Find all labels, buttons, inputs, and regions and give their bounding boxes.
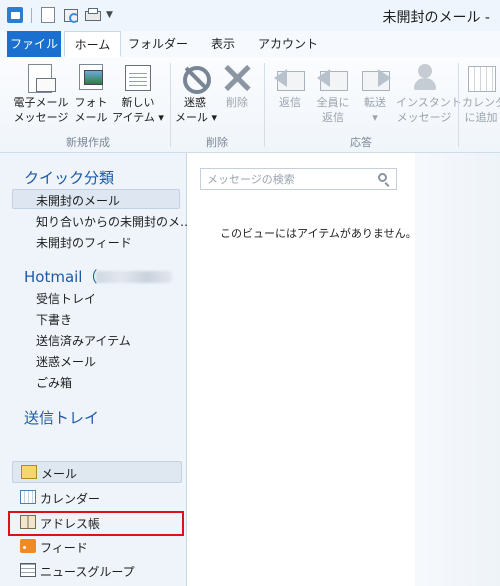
new-email-label-1: 電子メール <box>13 96 69 109</box>
search-icon[interactable] <box>378 173 387 182</box>
instant-message-label-2: メッセージ <box>396 111 452 124</box>
tab-home[interactable]: ホーム <box>64 31 121 57</box>
reading-pane <box>415 153 500 586</box>
instant-message-button[interactable]: インスタント メッセージ <box>396 62 462 125</box>
respond-group-label: 応答 <box>350 136 372 149</box>
reply-all-label-1: 全員に <box>316 96 350 109</box>
delete-group-label: 削除 <box>206 136 228 149</box>
reply-icon <box>274 62 306 94</box>
delete-label: 削除 <box>226 96 248 109</box>
highlight-box <box>8 511 184 536</box>
group-divider <box>264 63 265 147</box>
forward-label-1: 転送 <box>364 96 386 109</box>
folder-sent-items[interactable]: 送信済みアイテム <box>36 332 131 349</box>
photo-email-label-2: メール <box>74 111 108 124</box>
forward-label-2: ▾ <box>372 111 378 124</box>
module-calendar-label: カレンダー <box>40 492 101 506</box>
mail-icon <box>21 465 37 479</box>
module-newsgroups[interactable]: ニュースグループ <box>12 560 182 582</box>
folder-unread-mail[interactable]: 未開封のメール <box>36 192 120 209</box>
mail-app-logo-icon[interactable] <box>7 7 23 23</box>
print-icon[interactable] <box>84 7 101 23</box>
reply-label: 返信 <box>279 96 301 109</box>
module-feeds-label: フィード <box>40 541 88 555</box>
module-newsgroups-label: ニュースグループ <box>40 565 135 579</box>
new-item-icon <box>122 62 154 94</box>
folder-junk-mail[interactable]: 迷惑メール <box>36 353 96 370</box>
instant-message-label-1: インスタント <box>396 96 462 109</box>
delete-button[interactable]: 削除 <box>218 62 256 110</box>
module-feeds[interactable]: フィード <box>12 536 182 558</box>
new-group-label: 新規作成 <box>66 136 110 149</box>
folder-unread-from-contacts[interactable]: 知り合いからの未開封のメ… <box>36 213 192 230</box>
outbox-header[interactable]: 送信トレイ <box>24 407 99 428</box>
new-item-label-1: 新しい <box>121 96 155 109</box>
redacted-account-name <box>96 271 172 283</box>
reply-all-button[interactable]: 全員に 返信 <box>312 62 354 125</box>
search-box[interactable] <box>200 168 397 190</box>
add-to-calendar-label-2: に追加 <box>464 111 498 124</box>
new-email-button[interactable]: 電子メール メッセージ <box>11 62 71 125</box>
junk-mail-button[interactable]: 迷惑 メール ▾ <box>175 62 218 125</box>
photo-mail-icon <box>75 62 107 94</box>
module-calendar[interactable]: カレンダー <box>12 487 182 509</box>
folder-inbox[interactable]: 受信トレイ <box>36 290 96 307</box>
send-receive-icon[interactable] <box>63 7 79 23</box>
title-bar: ▼ 未開封のメール - <box>0 0 500 32</box>
calendar-icon <box>20 490 36 504</box>
tab-folder[interactable]: フォルダー <box>128 31 188 57</box>
module-mail-label: メール <box>41 467 78 481</box>
group-divider <box>458 63 459 147</box>
photo-email-button[interactable]: フォト メール <box>71 62 111 125</box>
quick-views-header[interactable]: クイック分類 <box>24 167 114 188</box>
empty-list-message: このビューにはアイテムがありません。 <box>220 227 417 240</box>
new-document-icon[interactable] <box>41 7 55 23</box>
new-item-label-2: アイテム ▾ <box>112 111 164 124</box>
ribbon: 電子メール メッセージ フォト メール 新しい アイテム ▾ 新規作成 迷惑 メ… <box>0 57 500 153</box>
tab-file[interactable]: ファイル <box>7 31 61 57</box>
divider <box>31 8 32 23</box>
rss-feed-icon <box>20 539 36 553</box>
newsgroup-icon <box>20 563 36 577</box>
tab-view[interactable]: 表示 <box>198 31 248 57</box>
email-message-icon <box>25 62 57 94</box>
add-to-calendar-button[interactable]: カレンダー に追加 <box>462 62 500 125</box>
folder-drafts[interactable]: 下書き <box>36 311 72 328</box>
group-divider <box>170 63 171 147</box>
module-mail[interactable]: メール <box>12 461 182 483</box>
delete-x-icon <box>221 62 253 94</box>
reply-all-icon <box>317 62 349 94</box>
customize-toolbar-chevron-icon[interactable]: ▼ <box>106 10 113 20</box>
new-email-label-2: メッセージ <box>13 111 69 124</box>
instant-message-person-icon <box>408 62 440 94</box>
reply-button[interactable]: 返信 <box>270 62 310 110</box>
window-title: 未開封のメール - <box>382 10 490 26</box>
ribbon-tab-bar: ファイル ホーム フォルダー 表示 アカウント <box>0 31 500 58</box>
photo-email-label-1: フォト <box>74 96 108 109</box>
calendar-add-icon <box>465 62 497 94</box>
folder-unread-feeds[interactable]: 未開封のフィード <box>36 234 132 251</box>
reply-all-label-2: 返信 <box>322 111 344 124</box>
junk-label-1: 迷惑 <box>184 96 206 109</box>
forward-icon <box>359 62 391 94</box>
search-input[interactable] <box>207 171 367 187</box>
forward-button[interactable]: 転送 ▾ <box>356 62 394 125</box>
tab-account[interactable]: アカウント <box>253 31 323 57</box>
add-to-calendar-label-1: カレンダー <box>462 96 500 109</box>
junk-block-icon <box>179 62 211 94</box>
folder-deleted-items[interactable]: ごみ箱 <box>36 374 72 391</box>
new-item-button[interactable]: 新しい アイテム ▾ <box>111 62 165 125</box>
junk-label-2: メール ▾ <box>175 111 218 124</box>
hotmail-account-header[interactable]: Hotmail（ <box>24 266 97 287</box>
